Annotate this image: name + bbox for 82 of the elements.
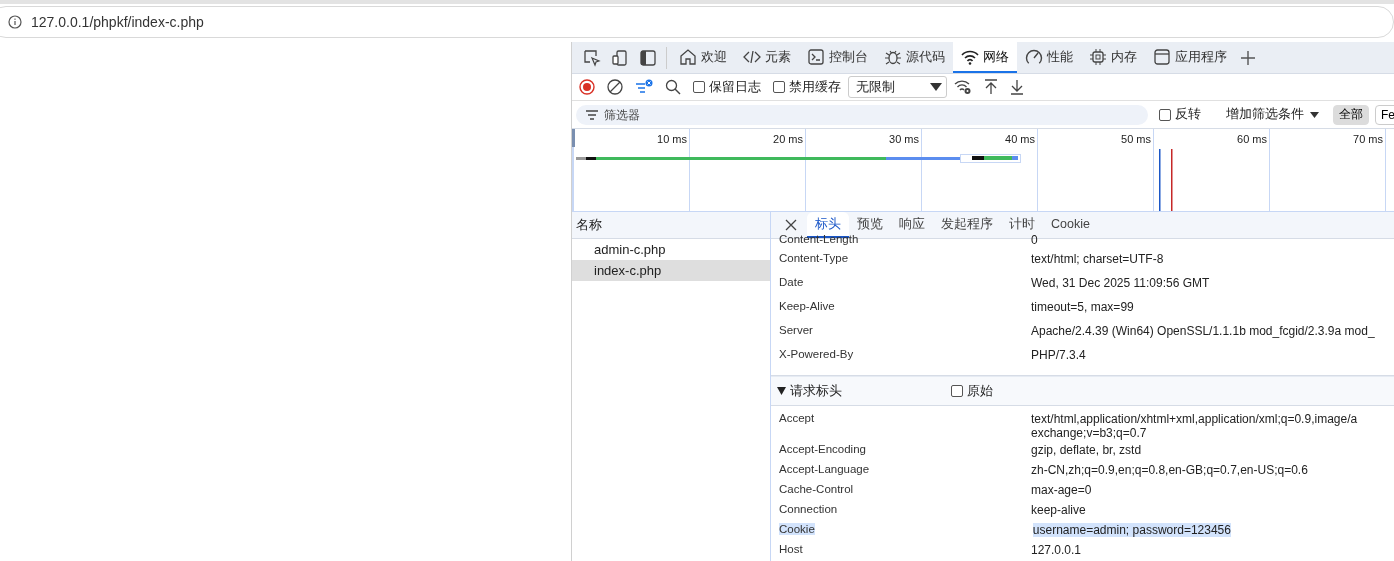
inspect-icon[interactable] — [583, 48, 601, 67]
header-value: 0 — [1031, 233, 1038, 247]
detail-tab[interactable]: 发起程序 — [933, 212, 1001, 238]
header-name: Date — [778, 276, 805, 288]
type-filter-button[interactable]: Fe — [1375, 104, 1394, 125]
header-name: Content-Type — [778, 252, 850, 264]
devtools-tab[interactable]: 欢迎 — [671, 42, 735, 73]
search-icon[interactable] — [665, 79, 681, 95]
header-name: Cookie — [779, 523, 815, 535]
header-value: 127.0.0.1 — [1031, 543, 1082, 557]
tick-label: 40 ms — [1005, 133, 1035, 146]
tick-label: 20 ms — [773, 133, 803, 146]
clear-icon[interactable] — [607, 79, 623, 95]
checkbox-option[interactable]: 禁用缓存 — [773, 78, 841, 96]
raw-checkbox[interactable]: 原始 — [951, 382, 993, 400]
caret-icon — [1310, 111, 1319, 118]
header-name: Host — [778, 543, 804, 555]
header-name: Accept-Language — [778, 463, 871, 475]
detail-tab[interactable]: 响应 — [891, 212, 933, 238]
triangle-icon — [777, 387, 786, 395]
add-filter-dropdown[interactable]: 增加筛选条件 — [1218, 106, 1327, 123]
devtools-tab[interactable]: 控制台 — [799, 42, 876, 73]
info-icon[interactable] — [8, 15, 22, 29]
devtools-tab[interactable]: 应用程序 — [1145, 42, 1235, 73]
header-value: username=admin; password=123456 — [1032, 523, 1231, 537]
header-name: Cache-Control — [778, 483, 855, 495]
caret-icon — [930, 83, 942, 91]
tick-label: 50 ms — [1121, 133, 1151, 146]
header-name: Accept-Encoding — [778, 443, 867, 455]
header-value: text/html; charset=UTF-8 — [1031, 252, 1164, 266]
section-header[interactable]: 请求标头 — [771, 382, 951, 400]
request-row[interactable]: admin-c.php — [572, 239, 770, 260]
devtools-tab[interactable]: 元素 — [735, 42, 799, 73]
tick-label: 70 ms — [1353, 133, 1383, 146]
device-icon[interactable] — [611, 48, 629, 67]
type-filter-button[interactable]: 全部 — [1333, 104, 1369, 125]
header-value: timeout=5, max=99 — [1031, 300, 1134, 314]
dock-icon[interactable] — [639, 48, 657, 67]
devtools-tab[interactable]: 源代码 — [876, 42, 953, 73]
header-value: text/html,application/xhtml+xml,application/xml;q=0.9,image/a — [1031, 412, 1358, 426]
record-icon[interactable] — [579, 79, 595, 95]
tick-label: 60 ms — [1237, 133, 1267, 146]
home-icon — [679, 47, 697, 66]
request-row[interactable]: index-c.php — [572, 260, 770, 281]
header-value: Apache/2.4.39 (Win64) OpenSSL/1.1.1b mod_fcgid/2.3.9a mod_ — [1031, 324, 1375, 338]
chip-icon — [1089, 47, 1107, 66]
detail-tab[interactable]: Cookie — [1043, 212, 1098, 238]
wifi-gear-icon[interactable] — [954, 79, 972, 95]
upload-icon[interactable] — [984, 79, 998, 95]
header-value: Wed, 31 Dec 2025 11:09:56 GMT — [1031, 276, 1210, 290]
filter-field[interactable]: 筛选器 — [576, 104, 1148, 125]
add-icon[interactable] — [1240, 49, 1256, 66]
tick-label: 30 ms — [889, 133, 919, 146]
url-text: 127.0.0.1/phpkf/index-c.php — [31, 14, 204, 30]
column-header: 名称 — [572, 212, 770, 239]
header-value: gzip, deflate, br, zstd — [1031, 443, 1142, 457]
header-value: max-age=0 — [1031, 483, 1092, 497]
gauge-icon — [1025, 47, 1043, 66]
load-markers-drawing — [1157, 149, 1173, 211]
checkbox-option[interactable]: 保留日志 — [693, 78, 761, 96]
throttle-dropdown[interactable]: 无限制 — [848, 76, 947, 98]
filter-icon[interactable] — [635, 79, 653, 95]
filter-icon — [586, 109, 598, 120]
header-value: zh-CN,zh;q=0.9,en;q=0.8,en-GB;q=0.7,en-US;q=0.6 — [1031, 463, 1308, 477]
devtools-tab[interactable]: 内存 — [1081, 42, 1145, 73]
window-icon — [1153, 47, 1171, 66]
header-value: PHP/7.3.4 — [1031, 348, 1086, 362]
tick-label: 10 ms — [657, 133, 687, 146]
devtools-tab[interactable]: 性能 — [1017, 42, 1081, 73]
header-name: Connection — [778, 503, 839, 515]
devtools-tab[interactable]: 网络 — [953, 42, 1017, 73]
header-name: Keep-Alive — [778, 300, 836, 312]
console-icon — [807, 47, 825, 66]
header-value: keep-alive — [1031, 503, 1086, 517]
invert-checkbox[interactable]: 反转 — [1159, 106, 1201, 123]
header-name: Server — [778, 324, 814, 336]
close-icon[interactable] — [785, 219, 797, 231]
header-name: X-Powered-By — [778, 348, 855, 360]
header-value: exchange;v=b3;q=0.7 — [1031, 426, 1147, 440]
range-handle[interactable] — [572, 129, 575, 147]
download-icon[interactable] — [1010, 79, 1024, 95]
header-name: Accept — [778, 412, 816, 424]
